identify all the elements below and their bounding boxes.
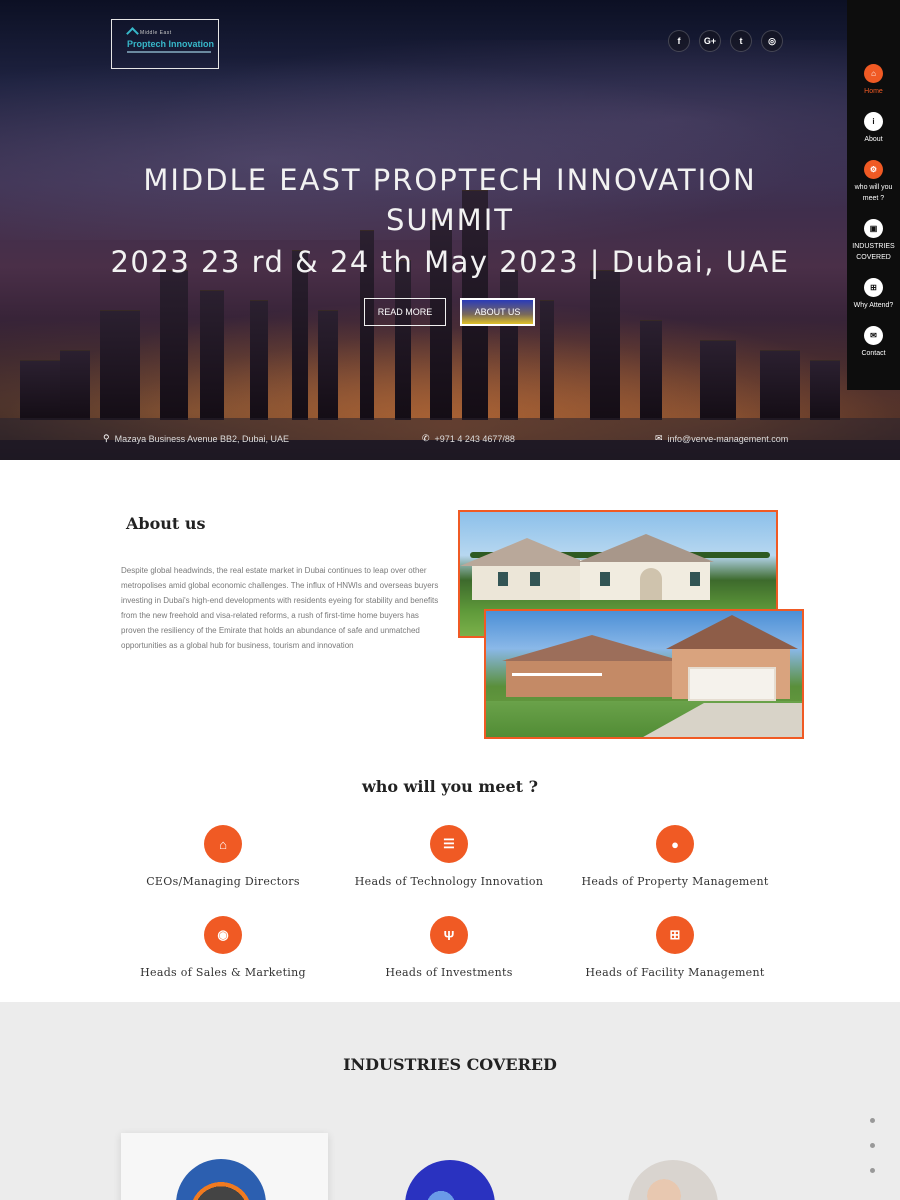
- social-links: f G+ t ◎: [668, 30, 783, 52]
- skyline-building: [160, 270, 188, 420]
- read-more-button[interactable]: READ MORE: [364, 298, 446, 326]
- hero-title-line1: MIDDLE EAST PROPTECH INNOVATION: [143, 163, 757, 197]
- industries-section: INDUSTRIES COVERED: [0, 1002, 900, 1200]
- about-us-button[interactable]: ABOUT US: [460, 298, 535, 326]
- house-photo-2: [484, 609, 804, 739]
- gears-icon: ⚙: [864, 160, 883, 179]
- sidenav-item-home[interactable]: ⌂ Home: [847, 64, 900, 97]
- carousel-dot[interactable]: [870, 1168, 875, 1173]
- skyline-building: [250, 300, 268, 420]
- address-item: ⚲ Mazaya Business Avenue BB2, Dubai, UAE: [103, 433, 289, 444]
- skyline-building: [590, 270, 620, 420]
- globe-icon: ◉: [204, 916, 242, 954]
- sidenav-label: About: [864, 136, 883, 143]
- phone-icon: ✆: [422, 433, 430, 443]
- skyline-building: [540, 300, 554, 420]
- role-label: Heads of Investments: [385, 966, 513, 979]
- sidenav-label: Why Attend?: [853, 302, 894, 309]
- side-navigation: ⌂ Home i About ⚙ who will you meet ? ▣ I…: [847, 0, 900, 390]
- skyline-building: [810, 360, 840, 420]
- sidenav-item-about[interactable]: i About: [847, 112, 900, 145]
- cutlery-icon: Ψ: [430, 916, 468, 954]
- home-icon: ⌂: [204, 825, 242, 863]
- industry-image[interactable]: [405, 1160, 495, 1200]
- facebook-icon[interactable]: f: [668, 30, 690, 52]
- skyline-building: [760, 350, 800, 420]
- industry-image: [176, 1159, 266, 1200]
- lightbulb-icon: ●: [656, 825, 694, 863]
- envelope-icon: ✉: [864, 326, 883, 345]
- carousel-dots: [870, 1118, 875, 1193]
- skyline-building: [60, 350, 90, 420]
- role-facility: ⊞ Heads of Facility Management: [562, 916, 788, 979]
- industry-card[interactable]: [121, 1133, 328, 1200]
- grid-icon: ⊞: [656, 916, 694, 954]
- role-label: Heads of Property Management: [581, 875, 769, 888]
- logo-roof-icon: [126, 27, 139, 40]
- role-investments: Ψ Heads of Investments: [336, 916, 562, 979]
- skyline-building: [640, 320, 662, 420]
- sidenav-item-why-attend[interactable]: ⊞ Why Attend?: [847, 278, 900, 311]
- industry-image[interactable]: [628, 1160, 718, 1200]
- grid-icon: ⊞: [864, 278, 883, 297]
- sidenav-label: Home: [864, 88, 883, 95]
- role-label: Heads of Technology Innovation: [354, 875, 544, 888]
- map-marker-icon: ⚲: [103, 433, 110, 443]
- phone-text: +971 4 243 4677/88: [434, 433, 515, 444]
- twitter-icon[interactable]: t: [730, 30, 752, 52]
- logo-top-text: Middle East: [140, 30, 172, 36]
- site-logo[interactable]: Middle East Proptech Innovation: [111, 19, 219, 69]
- industries-heading: INDUSTRIES COVERED: [343, 1055, 557, 1074]
- sidenav-label: Contact: [861, 350, 886, 357]
- role-label: CEOs/Managing Directors: [146, 875, 300, 888]
- skyline-building: [318, 310, 338, 420]
- carousel-dot[interactable]: [870, 1118, 875, 1123]
- contact-bar: ⚲ Mazaya Business Avenue BB2, Dubai, UAE…: [0, 418, 900, 460]
- role-technology: ☰ Heads of Technology Innovation: [336, 825, 562, 888]
- sidenav-item-contact[interactable]: ✉ Contact: [847, 326, 900, 359]
- address-text: Mazaya Business Avenue BB2, Dubai, UAE: [114, 433, 290, 444]
- hero-title-line3: 2023 23 rd & 24 th May 2023 | Dubai, UAE: [110, 245, 790, 279]
- meet-heading: who will you meet ?: [361, 777, 539, 796]
- info-icon: i: [864, 112, 883, 131]
- dribbble-icon[interactable]: ◎: [761, 30, 783, 52]
- image-icon: ▣: [864, 219, 883, 238]
- google-plus-icon[interactable]: G+: [699, 30, 721, 52]
- sidenav-label: INDUSTRIES COVERED: [852, 243, 895, 261]
- email-item[interactable]: ✉ info@verve-management.com: [655, 433, 788, 444]
- carousel-dot[interactable]: [870, 1143, 875, 1148]
- about-heading: About us: [126, 514, 206, 533]
- sidenav-item-meet[interactable]: ⚙ who will you meet ?: [847, 160, 900, 204]
- role-label: Heads of Facility Management: [585, 966, 765, 979]
- list-icon: ☰: [430, 825, 468, 863]
- skyline-building: [100, 310, 140, 420]
- skyline-building: [395, 260, 411, 420]
- phone-item[interactable]: ✆ +971 4 243 4677/88: [422, 433, 515, 444]
- sidenav-item-industries[interactable]: ▣ INDUSTRIES COVERED: [847, 219, 900, 263]
- email-text: info@verve-management.com: [667, 433, 789, 444]
- hero-title: MIDDLE EAST PROPTECH INNOVATION SUMMIT 2…: [0, 160, 900, 284]
- skyline-building: [700, 340, 736, 420]
- logo-underline: [127, 51, 211, 53]
- hero-title-line2: SUMMIT: [386, 203, 514, 237]
- envelope-icon: ✉: [655, 433, 663, 443]
- about-text: Despite global headwinds, the real estat…: [121, 566, 439, 650]
- logo-main-text: Proptech Innovation: [127, 39, 215, 49]
- home-icon: ⌂: [864, 64, 883, 83]
- skyline-building: [500, 270, 518, 420]
- role-sales: ◉ Heads of Sales & Marketing: [110, 916, 336, 979]
- hero-banner: Middle East Proptech Innovation f G+ t ◎…: [0, 0, 900, 460]
- sidenav-label: who will you meet ?: [854, 184, 893, 202]
- role-property: ● Heads of Property Management: [562, 825, 788, 888]
- role-ceos: ⌂ CEOs/Managing Directors: [110, 825, 336, 888]
- skyline-building: [200, 290, 224, 420]
- role-label: Heads of Sales & Marketing: [140, 966, 306, 979]
